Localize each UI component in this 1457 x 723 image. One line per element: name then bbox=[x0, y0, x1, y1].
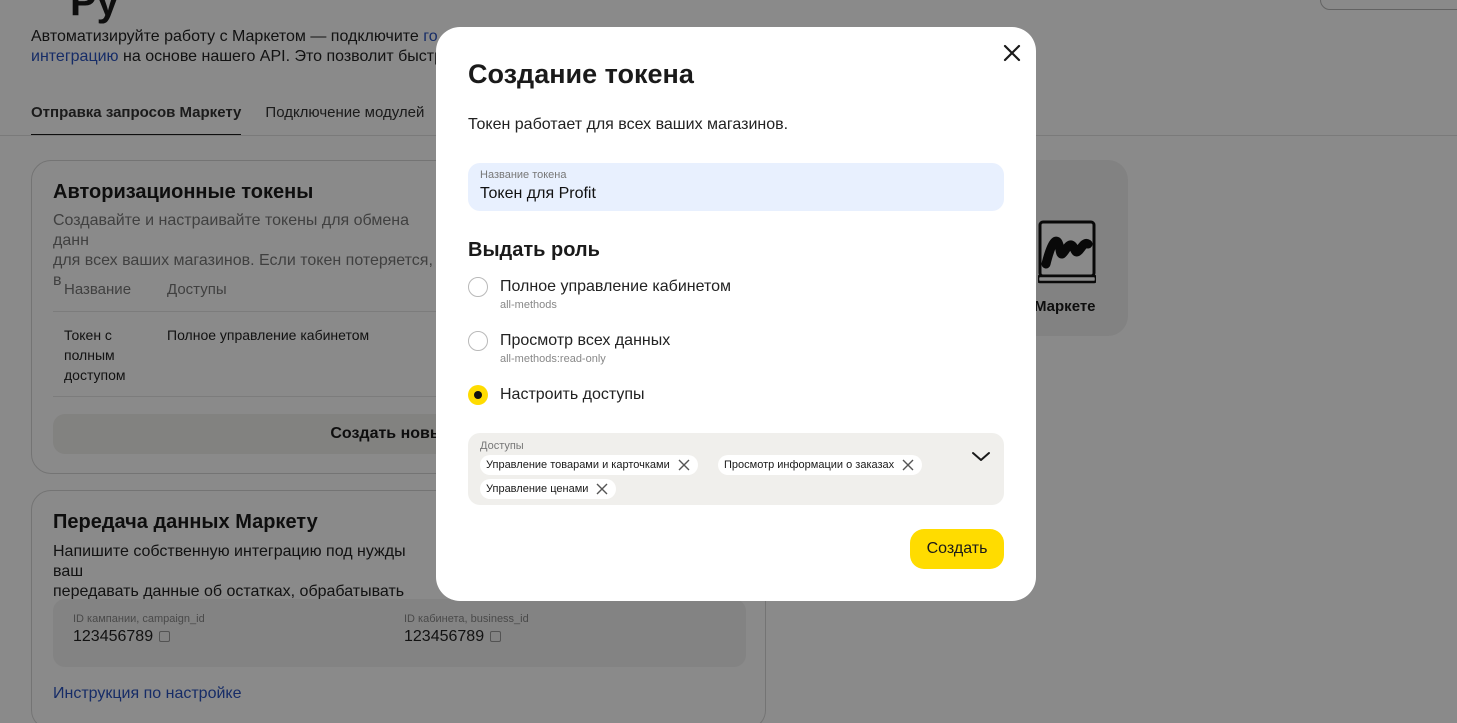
token-name-label: Название токена bbox=[480, 169, 567, 181]
remove-chip-icon[interactable] bbox=[900, 457, 916, 473]
role-label: Настроить доступы bbox=[500, 386, 645, 403]
role-code: all-methods:read-only bbox=[500, 353, 606, 365]
radio-button-checked[interactable] bbox=[468, 385, 488, 405]
radio-button[interactable] bbox=[468, 277, 488, 297]
modal-title: Создание токена bbox=[468, 59, 694, 89]
access-label: Доступы bbox=[480, 440, 524, 452]
token-name-field[interactable]: Название токена bbox=[468, 163, 1004, 211]
token-name-input[interactable] bbox=[480, 183, 980, 205]
role-option-text: Просмотр всех данных all-methods:read-on… bbox=[500, 331, 670, 365]
create-token-modal: Создание токена Токен работает для всех … bbox=[436, 27, 1036, 601]
access-chip: Управление товарами и карточками bbox=[480, 455, 698, 475]
access-chip: Просмотр информации о заказах bbox=[718, 455, 923, 475]
remove-chip-icon[interactable] bbox=[676, 457, 692, 473]
role-label: Просмотр всех данных bbox=[500, 332, 671, 349]
modal-subtitle: Токен работает для всех ваших магазинов. bbox=[468, 116, 789, 133]
access-multiselect[interactable]: Доступы Управление товарами и карточками… bbox=[468, 433, 1004, 505]
radio-button[interactable] bbox=[468, 331, 488, 351]
role-option-text: Полное управление кабинетом all-methods bbox=[500, 277, 731, 311]
chip-label: Управление товарами и карточками bbox=[486, 459, 670, 471]
role-option-custom[interactable]: Настроить доступы bbox=[468, 385, 645, 405]
role-option-read-only[interactable]: Просмотр всех данных all-methods:read-on… bbox=[468, 331, 670, 365]
chip-label: Просмотр информации о заказах bbox=[724, 459, 895, 471]
role-option-text: Настроить доступы bbox=[500, 385, 645, 405]
role-label: Полное управление кабинетом bbox=[500, 278, 732, 295]
remove-chip-icon[interactable] bbox=[594, 481, 610, 497]
access-chip: Управление ценами bbox=[480, 479, 617, 499]
create-button[interactable]: Создать bbox=[910, 529, 1004, 569]
role-section-title: Выдать роль bbox=[468, 239, 600, 261]
role-code: all-methods bbox=[500, 299, 557, 311]
chip-label: Управление ценами bbox=[486, 483, 589, 495]
role-option-full-access[interactable]: Полное управление кабинетом all-methods bbox=[468, 277, 731, 311]
close-icon[interactable] bbox=[1000, 41, 1024, 65]
chevron-down-icon[interactable] bbox=[970, 450, 992, 464]
